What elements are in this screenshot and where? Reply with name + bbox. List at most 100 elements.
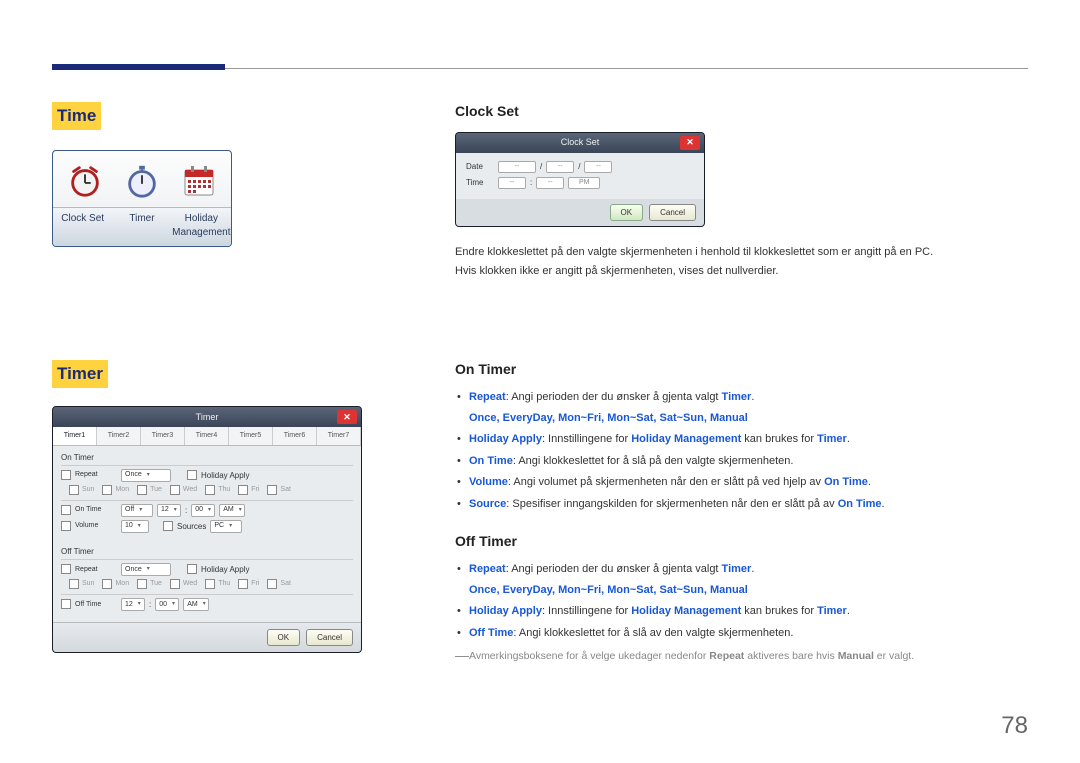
on-volume-select[interactable]: 10 [121, 520, 149, 533]
off-bullet-offtime: Off Time: Angi klokkeslettet for å slå a… [469, 626, 1028, 641]
off-time-min[interactable]: 00 [155, 598, 179, 611]
heading-time: Time [52, 102, 101, 130]
off-repeat-select[interactable]: Once [121, 563, 171, 576]
off-time-checkbox[interactable] [61, 599, 71, 609]
timer-tabs: Timer1 Timer2 Timer3 Timer4 Timer5 Timer… [53, 427, 361, 446]
date-field-2[interactable]: -- [546, 161, 574, 173]
time-field-1[interactable]: -- [498, 177, 526, 189]
off-repeat-options: Once, EveryDay, Mon~Fri, Mon~Sat, Sat~Su… [469, 583, 1028, 598]
on-bullet-holiday: Holiday Apply: Innstillingene for Holida… [469, 432, 1028, 447]
on-bullet-repeat: Repeat: Angi perioden der du ønsker å gj… [469, 390, 1028, 405]
heading-timer: Timer [52, 360, 108, 388]
time-option-holiday[interactable] [170, 161, 227, 205]
on-repeat-checkbox[interactable] [61, 470, 71, 480]
tab-timer3[interactable]: Timer3 [141, 427, 185, 445]
time-field-2[interactable]: -- [536, 177, 564, 189]
off-day-thu[interactable] [205, 579, 215, 589]
timer-dialog-header: Timer ✕ [53, 407, 361, 427]
time-option-timer[interactable] [114, 161, 171, 205]
time-label-timer: Timer [112, 208, 171, 246]
clock-para-2: Hvis klokken ikke er angitt på skjermenh… [455, 264, 1028, 279]
on-time-checkbox[interactable] [61, 505, 71, 515]
off-timer-section-label: Off Timer [61, 546, 353, 557]
off-day-mon[interactable] [102, 579, 112, 589]
on-bullet-ontime: On Time: Angi klokkeslettet for å slå på… [469, 454, 1028, 469]
timer-dialog-title: Timer [196, 411, 219, 424]
off-day-wed[interactable] [170, 579, 180, 589]
date-field-1[interactable]: -- [498, 161, 536, 173]
on-days-row: Sun Mon Tue Wed Thu Fri Sat [69, 485, 353, 495]
tab-timer5[interactable]: Timer5 [229, 427, 273, 445]
on-day-wed[interactable] [170, 485, 180, 495]
off-repeat-checkbox[interactable] [61, 564, 71, 574]
time-label: Time [466, 177, 494, 188]
page-number: 78 [1001, 709, 1028, 743]
off-day-sun[interactable] [69, 579, 79, 589]
on-day-sat[interactable] [267, 485, 277, 495]
on-bullet-source: Source: Spesifiser inngangskilden for sk… [469, 497, 1028, 512]
on-time-off-select[interactable]: Off [121, 504, 153, 517]
heading-off-timer: Off Timer [455, 532, 1028, 552]
off-bullet-repeat: Repeat: Angi perioden der du ønsker å gj… [469, 562, 1028, 577]
off-day-sat[interactable] [267, 579, 277, 589]
date-field-3[interactable]: -- [584, 161, 612, 173]
close-icon[interactable]: ✕ [680, 136, 700, 150]
on-day-tue[interactable] [137, 485, 147, 495]
time-option-clock-set[interactable] [57, 161, 114, 205]
header-rule-accent [52, 64, 225, 70]
off-day-tue[interactable] [137, 579, 147, 589]
tab-timer1[interactable]: Timer1 [53, 427, 97, 445]
on-sources-label: Sources [177, 521, 206, 532]
on-repeat-select[interactable]: Once [121, 469, 171, 482]
on-volume-checkbox[interactable] [61, 521, 71, 531]
tab-timer2[interactable]: Timer2 [97, 427, 141, 445]
on-day-mon[interactable] [102, 485, 112, 495]
on-repeat-label: Repeat [75, 470, 117, 480]
on-holiday-label: Holiday Apply [201, 470, 249, 481]
clock-cancel-button[interactable]: Cancel [649, 204, 696, 221]
on-sources-checkbox[interactable] [163, 521, 173, 531]
stopwatch-icon [122, 161, 162, 201]
tab-timer4[interactable]: Timer4 [185, 427, 229, 445]
clock-set-dialog: Clock Set ✕ Date -- / -- / -- Time -- : … [455, 132, 705, 227]
on-holiday-checkbox[interactable] [187, 470, 197, 480]
on-time-hour[interactable]: 12 [157, 504, 181, 517]
footnote: Avmerkingsboksene for å velge ukedager n… [455, 649, 1028, 664]
clock-ok-button[interactable]: OK [610, 204, 644, 221]
clock-para-1: Endre klokkeslettet på den valgte skjerm… [455, 245, 1028, 260]
on-day-sun[interactable] [69, 485, 79, 495]
heading-on-timer: On Timer [455, 360, 1028, 380]
time-label-holiday: Holiday Management [172, 208, 231, 246]
tab-timer6[interactable]: Timer6 [273, 427, 317, 445]
timer-ok-button[interactable]: OK [267, 629, 301, 646]
off-bullet-holiday: Holiday Apply: Innstillingene for Holida… [469, 604, 1028, 619]
off-day-fri[interactable] [238, 579, 248, 589]
on-repeat-options: Once, EveryDay, Mon~Fri, Mon~Sat, Sat~Su… [469, 411, 1028, 426]
date-label: Date [466, 161, 494, 172]
heading-clock-set: Clock Set [455, 102, 1028, 122]
off-time-hour[interactable]: 12 [121, 598, 145, 611]
off-holiday-label: Holiday Apply [201, 564, 249, 575]
on-timer-section-label: On Timer [61, 452, 353, 463]
timer-cancel-button[interactable]: Cancel [306, 629, 353, 646]
calendar-icon [179, 161, 219, 201]
clock-set-dialog-title: Clock Set [561, 136, 600, 149]
time-panel: Clock Set Timer Holiday Management [52, 150, 232, 247]
on-volume-label: Volume [75, 521, 117, 531]
close-icon[interactable]: ✕ [337, 410, 357, 424]
on-sources-select[interactable]: PC [210, 520, 242, 533]
off-repeat-label: Repeat [75, 565, 117, 575]
tab-timer7[interactable]: Timer7 [317, 427, 361, 445]
on-day-fri[interactable] [238, 485, 248, 495]
on-time-ampm[interactable]: AM [219, 504, 245, 517]
on-time-min[interactable]: 00 [191, 504, 215, 517]
on-day-thu[interactable] [205, 485, 215, 495]
off-holiday-checkbox[interactable] [187, 564, 197, 574]
time-label-clock-set: Clock Set [53, 208, 112, 246]
clock-set-dialog-header: Clock Set ✕ [456, 133, 704, 153]
timer-dialog: Timer ✕ Timer1 Timer2 Timer3 Timer4 Time… [52, 406, 362, 653]
time-field-ampm[interactable]: PM [568, 177, 600, 189]
off-time-label: Off Time [75, 600, 117, 610]
on-time-label: On Time [75, 505, 117, 515]
off-time-ampm[interactable]: AM [183, 598, 209, 611]
